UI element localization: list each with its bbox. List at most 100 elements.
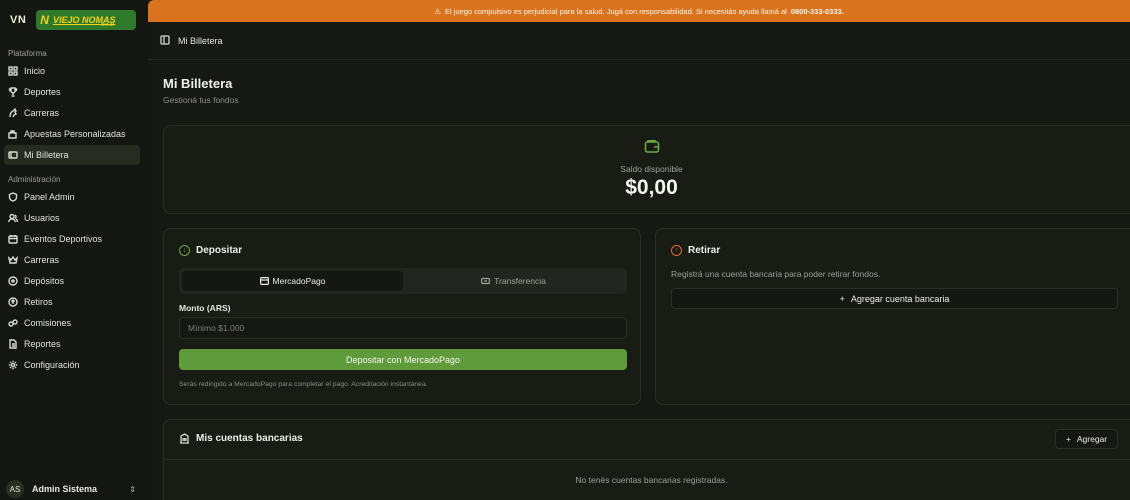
sidebar-item-label: Reportes <box>24 339 61 349</box>
brand[interactable]: VN N VIEJO NOMAS bet.ar <box>0 0 148 40</box>
balance-card: Saldo disponible $0,00 <box>163 125 1130 214</box>
sidebar-item-usuarios[interactable]: Usuarios <box>4 208 140 228</box>
sidebar-item-label: Retiros <box>24 297 53 307</box>
sidebar-item-label: Apuestas Personalizadas <box>24 129 126 139</box>
plus-circle-icon <box>8 276 18 286</box>
arrow-up-circle-icon <box>8 297 18 307</box>
sidebar-item-retiros[interactable]: Retiros <box>4 292 140 312</box>
sidebar-toggle-icon[interactable] <box>160 34 170 47</box>
tab-transferencia[interactable]: Transferencia <box>403 271 624 291</box>
brand-logo: N VIEJO NOMAS bet.ar <box>36 10 137 30</box>
topbar: Mi Billetera <box>148 22 1130 60</box>
button-label: Agregar <box>1076 434 1108 444</box>
bank-accounts-title: Mis cuentas bancarias <box>196 433 303 444</box>
sidebar-item-label: Carreras <box>24 255 60 265</box>
shield-icon <box>8 192 18 202</box>
crown-icon <box>8 255 18 265</box>
plus-icon: + <box>1065 434 1071 444</box>
sidebar-item-reportes[interactable]: Reportes <box>4 334 140 354</box>
file-icon <box>8 339 18 349</box>
arrow-up-circle-icon: ↑ <box>671 245 682 256</box>
gear-icon <box>8 360 18 370</box>
sidebar-item-inicio[interactable]: Inicio <box>4 61 140 81</box>
sidebar-item-label: Deportes <box>24 87 61 97</box>
page-title: Mi Billetera <box>163 76 233 91</box>
banner-phone: 0800-333-0333. <box>790 6 844 16</box>
section-label-platform: Plataforma <box>8 48 47 58</box>
avatar: AS <box>6 480 24 498</box>
arrow-down-circle-icon: ↓ <box>179 245 190 256</box>
bank-accounts-header: Mis cuentas bancarias <box>179 433 303 444</box>
deposit-mercadopago-button[interactable]: Depositar con MercadoPago <box>179 349 627 370</box>
page-subtitle: Gestioná tus fondos <box>163 95 239 105</box>
card-icon <box>259 277 269 285</box>
sidebar-item-apuestas-personalizadas[interactable]: Apuestas Personalizadas <box>4 124 140 144</box>
wallet-icon <box>8 150 18 160</box>
trophy-icon <box>8 87 18 97</box>
logo-mark: N <box>40 13 49 27</box>
tab-label: MercadoPago <box>272 276 326 286</box>
responsible-gaming-banner: ⚠ El juego compulsivo es perjudicial par… <box>148 0 1130 22</box>
deposit-title: Depositar <box>196 245 243 256</box>
deposit-header: ↓ Depositar <box>179 245 242 256</box>
deposit-note: Serás redirigido a MercadoPago para comp… <box>179 381 428 388</box>
user-menu[interactable]: AS Admin Sistema ⇕ <box>6 478 142 500</box>
logo-sub: bet.ar <box>101 22 115 28</box>
bank-transfer-icon <box>481 277 491 285</box>
sidebar-item-comisiones[interactable]: Comisiones <box>4 313 140 333</box>
tab-label: Transferencia <box>494 276 546 286</box>
sidebar-item-carreras-admin[interactable]: Carreras <box>4 250 140 270</box>
withdraw-card: ↑ Retirar Registrá una cuenta bancaria p… <box>655 228 1130 405</box>
sidebar-item-deportes[interactable]: Deportes <box>4 82 140 102</box>
sidebar-item-label: Inicio <box>24 66 46 76</box>
brand-short: VN <box>10 14 27 26</box>
banner-text: El juego compulsivo es perjudicial para … <box>444 6 787 16</box>
breadcrumb: Mi Billetera <box>178 35 223 46</box>
sidebar-item-mi-billetera[interactable]: Mi Billetera <box>4 145 140 165</box>
link-icon <box>8 318 18 328</box>
main-content: ⚠ El juego compulsivo es perjudicial par… <box>148 0 1130 500</box>
withdraw-text: Registrá una cuenta bancaria para poder … <box>671 269 881 279</box>
sidebar-item-label: Mi Billetera <box>24 150 69 160</box>
section-label-admin: Administración <box>8 174 61 184</box>
deposit-method-tabs: MercadoPago Transferencia <box>179 268 627 294</box>
puzzle-icon <box>8 129 18 139</box>
sidebar-item-label: Configuración <box>24 360 80 370</box>
user-name: Admin Sistema <box>32 484 98 494</box>
grid-icon <box>8 66 18 76</box>
warning-icon: ⚠ <box>434 6 441 16</box>
divider <box>164 459 1130 460</box>
withdraw-header: ↑ Retirar <box>671 245 720 256</box>
sidebar-item-label: Carreras <box>24 108 60 118</box>
sidebar-item-label: Comisiones <box>24 318 72 328</box>
add-bank-account-button[interactable]: + Agregar cuenta bancaria <box>671 288 1118 309</box>
chevron-up-down-icon: ⇕ <box>129 484 136 494</box>
tab-mercadopago[interactable]: MercadoPago <box>182 271 403 291</box>
users-icon <box>8 213 18 223</box>
wallet-icon <box>644 139 660 158</box>
empty-state: No tenés cuentas bancarias registradas. <box>575 475 728 485</box>
sidebar-item-label: Usuarios <box>24 213 60 223</box>
sidebar: VN N VIEJO NOMAS bet.ar Plataforma Inici… <box>0 0 148 500</box>
sidebar-item-label: Eventos Deportivos <box>24 234 103 244</box>
sidebar-item-panel-admin[interactable]: Panel Admin <box>4 187 140 207</box>
button-label: Agregar cuenta bancaria <box>850 293 950 304</box>
bank-accounts-card: Mis cuentas bancarias + Agregar No tenés… <box>163 419 1130 500</box>
amount-label: Monto (ARS) <box>179 303 231 313</box>
sidebar-item-depositos[interactable]: Depósitos <box>4 271 140 291</box>
sidebar-item-label: Depósitos <box>24 276 65 286</box>
sidebar-item-label: Panel Admin <box>24 192 75 202</box>
amount-input[interactable] <box>179 317 627 339</box>
plus-icon: + <box>839 293 845 304</box>
calendar-icon <box>8 234 18 244</box>
sidebar-item-carreras[interactable]: Carreras <box>4 103 140 123</box>
balance-label: Saldo disponible <box>620 164 683 174</box>
sidebar-item-configuracion[interactable]: Configuración <box>4 355 140 375</box>
add-account-button[interactable]: + Agregar <box>1055 429 1118 449</box>
deposit-card: ↓ Depositar MercadoPago Transferencia Mo… <box>163 228 641 405</box>
withdraw-title: Retirar <box>688 245 721 256</box>
balance-value: $0,00 <box>625 176 678 199</box>
sidebar-item-eventos-deportivos[interactable]: Eventos Deportivos <box>4 229 140 249</box>
building-icon <box>180 433 189 444</box>
horse-icon <box>8 108 18 118</box>
